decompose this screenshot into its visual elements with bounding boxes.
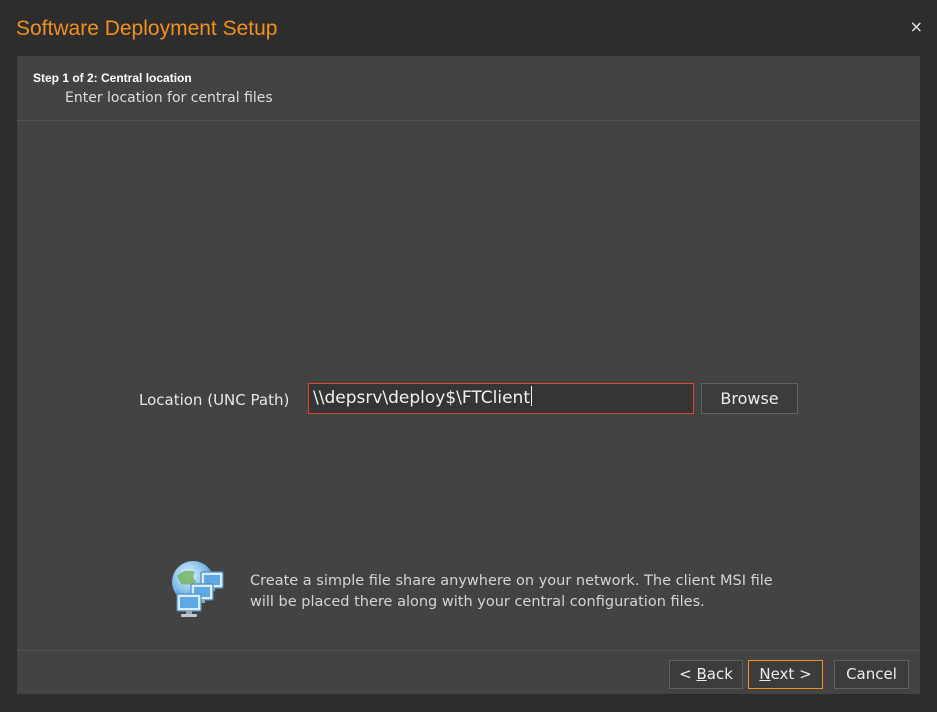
step-subtitle: Enter location for central files xyxy=(65,90,273,106)
text-caret xyxy=(530,386,532,406)
back-prefix: < xyxy=(679,665,697,683)
location-input[interactable]: \\depsrv\deploy$\FTClient xyxy=(308,383,694,414)
location-label: Location (UNC Path) xyxy=(139,391,290,409)
location-input-value: \\depsrv\deploy$\FTClient xyxy=(313,388,530,408)
back-rest: ack xyxy=(706,665,733,683)
window-title: Software Deployment Setup xyxy=(16,17,278,40)
back-button[interactable]: < Back xyxy=(669,660,743,689)
title-bar: Software Deployment Setup × xyxy=(0,0,937,56)
step-title: Step 1 of 2: Central location xyxy=(33,71,192,85)
next-mnemonic: N xyxy=(759,665,771,683)
back-mnemonic: B xyxy=(696,665,707,683)
wizard-panel: Step 1 of 2: Central location Enter loca… xyxy=(17,56,920,694)
wizard-footer: < Back Next > Cancel xyxy=(17,650,920,695)
network-computers-icon xyxy=(172,561,224,617)
info-text: Create a simple file share anywhere on y… xyxy=(250,573,773,610)
close-icon[interactable]: × xyxy=(910,19,923,35)
cancel-button[interactable]: Cancel xyxy=(834,660,909,689)
next-rest: ext > xyxy=(770,665,812,683)
browse-button[interactable]: Browse xyxy=(701,383,798,414)
next-button[interactable]: Next > xyxy=(748,660,823,689)
wizard-header: Step 1 of 2: Central location Enter loca… xyxy=(17,56,920,121)
